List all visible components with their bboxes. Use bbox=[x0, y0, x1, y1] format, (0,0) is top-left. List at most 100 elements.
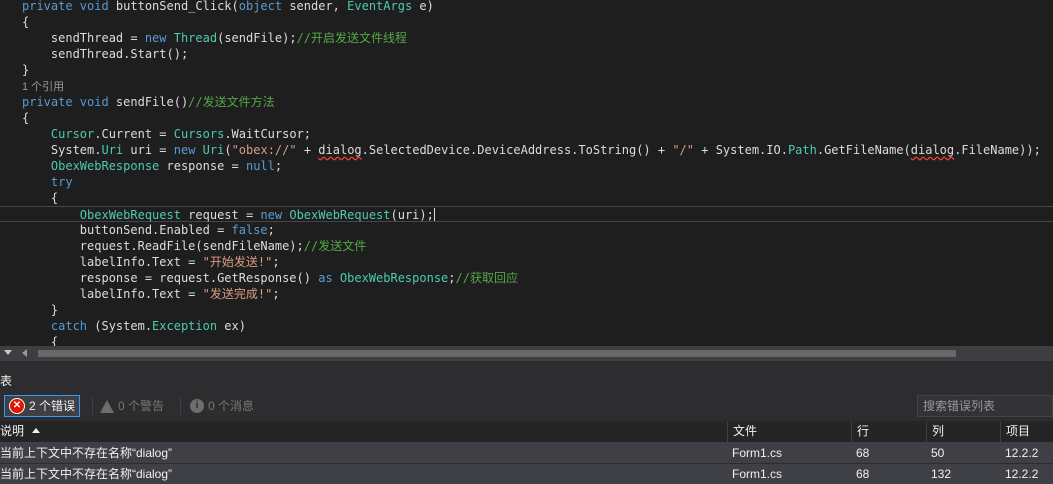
table-row[interactable]: 当前上下文中不存在名称“dialog” Form1.cs 68 50 12.2.… bbox=[0, 442, 1053, 463]
code-token: Path bbox=[787, 143, 817, 157]
code-token: labelInfo.Text = bbox=[22, 287, 203, 301]
code-line[interactable]: { bbox=[0, 14, 1053, 30]
messages-filter-button[interactable]: i 0 个消息 bbox=[186, 395, 258, 417]
code-token: } bbox=[22, 63, 30, 77]
code-token: ObexWebRequest bbox=[79, 208, 181, 222]
code-token: sendThread.Start(); bbox=[22, 47, 189, 61]
column-header-column[interactable]: 列 bbox=[926, 421, 1000, 442]
code-line[interactable]: buttonSend.Enabled = false; bbox=[0, 222, 1053, 238]
code-token: private void bbox=[22, 0, 116, 13]
code-token: + System.IO. bbox=[694, 143, 788, 157]
column-header-file[interactable]: 文件 bbox=[727, 421, 851, 442]
code-line[interactable]: labelInfo.Text = "开始发送!"; bbox=[0, 254, 1053, 270]
code-token: request = bbox=[180, 208, 261, 222]
code-token: sender, bbox=[282, 0, 348, 13]
code-line[interactable]: Cursor.Current = Cursors.WaitCursor; bbox=[0, 126, 1053, 142]
code-token: buttonSend_Click( bbox=[115, 0, 239, 13]
code-line[interactable]: response = request.GetResponse() as Obex… bbox=[0, 270, 1053, 286]
code-token: Cursor bbox=[50, 127, 95, 141]
code-token: catch bbox=[22, 319, 95, 333]
panel-title: 表 bbox=[0, 371, 1053, 391]
column-header-description[interactable]: 说明 bbox=[0, 421, 727, 442]
messages-filter-label: 0 个消息 bbox=[208, 399, 255, 413]
search-error-list-input[interactable]: 搜索错误列表 bbox=[917, 395, 1053, 417]
error-list-toolbar: ✕ 2 个错误 0 个警告 i 0 个消息 bbox=[0, 391, 1053, 421]
code-token: "obex://" bbox=[231, 143, 297, 157]
code-token: { bbox=[22, 335, 59, 346]
code-token: dialog bbox=[318, 143, 362, 157]
code-token: { bbox=[22, 111, 30, 125]
code-token: private void bbox=[22, 95, 116, 109]
code-token: false bbox=[231, 223, 268, 237]
code-line[interactable]: { bbox=[0, 334, 1053, 346]
error-project: 12.2.2 bbox=[1005, 467, 1039, 481]
error-line: 68 bbox=[856, 467, 870, 481]
code-line[interactable]: sendThread = new Thread(sendFile);//开启发送… bbox=[0, 30, 1053, 46]
error-file: Form1.cs bbox=[732, 446, 783, 460]
code-line[interactable]: ObexWebResponse response = null; bbox=[0, 158, 1053, 174]
code-line[interactable]: 1 个引用 bbox=[0, 78, 1053, 94]
code-line[interactable]: try bbox=[0, 174, 1053, 190]
error-description: 当前上下文中不存在名称“dialog” bbox=[0, 446, 173, 460]
code-line[interactable]: catch (System.Exception ex) bbox=[0, 318, 1053, 334]
code-token: EventArgs bbox=[347, 0, 413, 13]
code-line[interactable]: private void buttonSend_Click(object sen… bbox=[0, 0, 1053, 14]
scrollbar-thumb[interactable] bbox=[38, 350, 956, 357]
code-line[interactable]: { bbox=[0, 190, 1053, 206]
reference-count-lens[interactable]: 1 个引用 bbox=[22, 81, 64, 93]
panel-splitter[interactable] bbox=[0, 361, 1053, 371]
code-token: ; bbox=[448, 271, 456, 285]
warnings-filter-button[interactable]: 0 个警告 bbox=[96, 395, 168, 417]
code-token: //获取回应 bbox=[455, 271, 518, 285]
text-caret bbox=[433, 208, 435, 221]
code-token: new bbox=[144, 31, 174, 45]
error-list-table: 说明 文件 行 列 项目 当前上下文中不存在名称“dialog” Form1.c… bbox=[0, 421, 1053, 484]
code-line[interactable]: ObexWebRequest request = new ObexWebRequ… bbox=[0, 206, 1053, 222]
errors-filter-button[interactable]: ✕ 2 个错误 bbox=[4, 395, 81, 417]
column-header-project[interactable]: 项目 bbox=[1000, 421, 1053, 442]
code-line[interactable]: } bbox=[0, 62, 1053, 78]
code-token: sendFile() bbox=[115, 95, 189, 109]
code-line[interactable]: } bbox=[0, 302, 1053, 318]
code-token: ObexWebResponse bbox=[339, 271, 449, 285]
scroll-left-arrow-icon[interactable] bbox=[22, 349, 27, 357]
code-token: ex) bbox=[217, 319, 246, 333]
code-token: .SelectedDevice.DeviceAddress.ToString()… bbox=[361, 143, 673, 157]
code-line[interactable]: request.ReadFile(sendFileName);//发送文件 bbox=[0, 238, 1053, 254]
code-token: .FileName)); bbox=[954, 143, 1041, 157]
error-column: 50 bbox=[931, 446, 945, 460]
table-row[interactable]: 当前上下文中不存在名称“dialog” Form1.cs 68 132 12.2… bbox=[0, 463, 1053, 484]
code-token: .GetFileName( bbox=[816, 143, 911, 157]
code-line[interactable]: private void sendFile()//发送文件方法 bbox=[0, 94, 1053, 110]
editor-horizontal-scrollbar[interactable] bbox=[0, 346, 1053, 361]
code-token: uri = bbox=[123, 143, 174, 157]
code-token: as bbox=[318, 271, 340, 285]
code-token: ObexWebRequest bbox=[289, 208, 391, 222]
code-token: //发送文件 bbox=[303, 239, 367, 253]
code-line[interactable]: { bbox=[0, 110, 1053, 126]
code-token: response = request.GetResponse() bbox=[22, 271, 319, 285]
code-line[interactable]: System.Uri uri = new Uri("obex://" + dia… bbox=[0, 142, 1053, 158]
toolbar-separator bbox=[92, 397, 93, 415]
code-token: ; bbox=[267, 223, 275, 237]
code-token: "开始发送!" bbox=[202, 255, 273, 269]
toolbar-separator bbox=[180, 397, 181, 415]
code-token: new bbox=[173, 143, 203, 157]
code-token: object bbox=[238, 0, 283, 13]
error-circle-icon: ✕ bbox=[9, 398, 25, 414]
code-token: sendThread = bbox=[22, 31, 145, 45]
chevron-down-icon[interactable] bbox=[4, 350, 12, 355]
error-column: 132 bbox=[931, 467, 952, 481]
code-token: } bbox=[22, 303, 59, 317]
code-token: dialog bbox=[910, 143, 955, 157]
table-header-row: 说明 文件 行 列 项目 bbox=[0, 421, 1053, 442]
code-line[interactable]: sendThread.Start(); bbox=[0, 46, 1053, 62]
code-token: //开启发送文件线程 bbox=[296, 31, 408, 45]
code-token: ; bbox=[272, 255, 280, 269]
column-header-line[interactable]: 行 bbox=[851, 421, 926, 442]
code-editor[interactable]: private void buttonSend_Click(object sen… bbox=[0, 0, 1053, 346]
code-line[interactable]: labelInfo.Text = "发送完成!"; bbox=[0, 286, 1053, 302]
